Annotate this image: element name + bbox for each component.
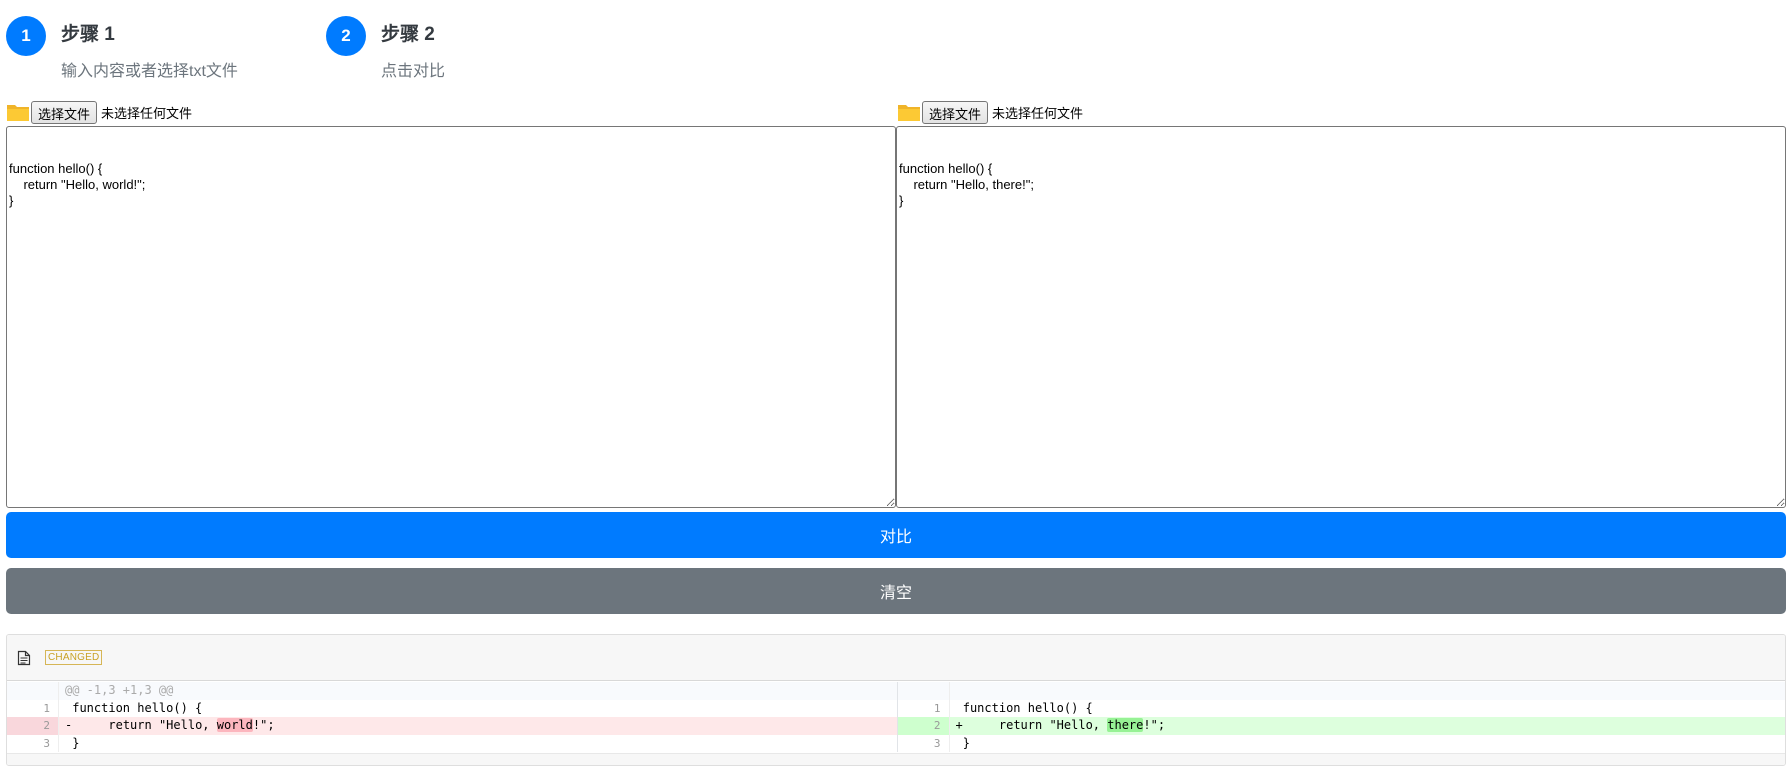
left-file-status: 未选择任何文件	[101, 105, 193, 121]
diff-line-context: 1 function hello() {	[7, 699, 897, 717]
step-1-description: 输入内容或者选择txt文件	[61, 63, 238, 80]
code-text: }	[72, 735, 80, 750]
right-file-status: 未选择任何文件	[992, 105, 1084, 121]
document-icon	[17, 650, 31, 666]
diff-left-column: @@ -1,3 +1,3 @@ 1 function hello() { 2 -…	[7, 682, 897, 752]
diff-prefix: -	[65, 718, 73, 732]
compare-button[interactable]: 对比	[6, 512, 1786, 558]
line-number: 1	[7, 699, 59, 717]
diff-line-context: 3 }	[898, 734, 1786, 752]
step-1-title: 步骤 1	[61, 24, 115, 45]
diff-line-deleted: 2 - return "Hello, world!";	[7, 717, 897, 735]
diff-line-context: 3 }	[7, 734, 897, 752]
step-2-title: 步骤 2	[381, 24, 435, 45]
diff-right-column: 1 function hello() { 2 + return "Hello, …	[896, 682, 1786, 752]
line-number: 2	[897, 717, 950, 735]
diff-result-panel: CHANGED @@ -1,3 +1,3 @@ 1 function hello…	[6, 634, 1786, 766]
line-number: 2	[7, 717, 59, 735]
inserted-word: there	[1107, 718, 1144, 732]
line-number: 1	[898, 699, 950, 717]
step-2-number: 2	[326, 16, 366, 56]
step-1-number: 1	[6, 16, 46, 56]
left-file-input: 选择文件 未选择任何文件	[6, 100, 192, 124]
step-2-description: 点击对比	[381, 63, 446, 80]
clear-button[interactable]: 清空	[6, 568, 1786, 614]
hunk-header-row: @@ -1,3 +1,3 @@	[7, 682, 897, 700]
code-text: function hello() {	[962, 700, 1093, 715]
code-text: }	[962, 735, 970, 750]
diff-file-header: CHANGED	[7, 635, 1785, 681]
diff-footer	[7, 753, 1785, 765]
line-number: 3	[7, 734, 59, 752]
left-text-editor[interactable]	[6, 126, 896, 508]
right-choose-file-button[interactable]: 选择文件	[922, 100, 989, 124]
diff-line-inserted: 2 + return "Hello, there!";	[897, 717, 1785, 735]
folder-icon	[897, 102, 921, 123]
code-text: function hello() {	[72, 700, 203, 715]
hunk-header: @@ -1,3 +1,3 @@	[65, 683, 174, 697]
hunk-header-row	[897, 682, 1785, 700]
right-file-input: 选择文件 未选择任何文件	[897, 100, 1083, 124]
diff-prefix: +	[955, 718, 963, 732]
deleted-word: world	[216, 718, 253, 732]
left-choose-file-button[interactable]: 选择文件	[31, 100, 98, 124]
diff-line-context: 1 function hello() {	[898, 699, 1786, 717]
right-text-editor[interactable]	[896, 126, 1786, 508]
line-number: 3	[898, 734, 950, 752]
changed-badge: CHANGED	[45, 650, 103, 665]
diff-side-by-side: @@ -1,3 +1,3 @@ 1 function hello() { 2 -…	[7, 682, 1785, 752]
folder-icon	[6, 102, 30, 123]
